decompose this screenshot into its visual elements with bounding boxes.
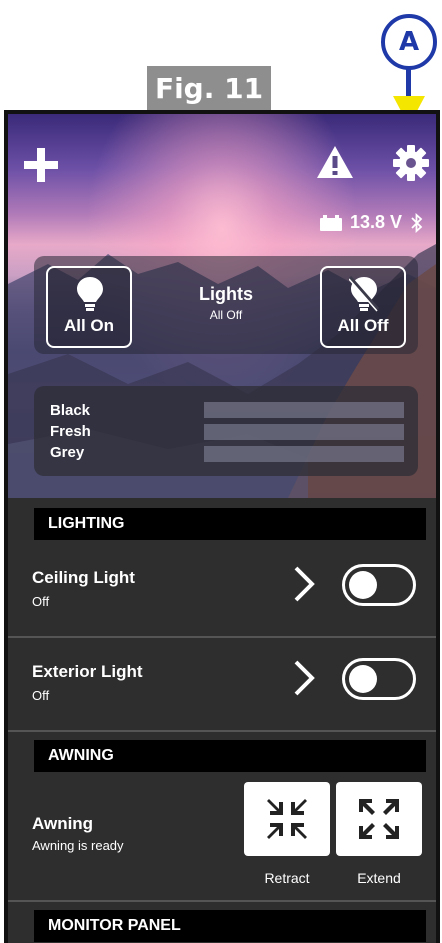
all-off-button[interactable]: All Off [320, 266, 406, 348]
all-off-label: All Off [337, 316, 389, 335]
exterior-light-title: Exterior Light [32, 662, 143, 681]
retract-label: Retract [264, 870, 310, 886]
divider [8, 730, 436, 732]
ceiling-light-toggle[interactable] [342, 564, 416, 606]
tank-levels-panel: Black Fresh Grey [34, 386, 418, 476]
exterior-light-status: Off [32, 688, 50, 703]
all-on-button[interactable]: All On [46, 266, 132, 348]
divider [8, 900, 436, 902]
chevron-right-icon[interactable] [288, 564, 318, 604]
divider [8, 636, 436, 638]
expand-arrows-icon [359, 799, 399, 839]
awning-status: Awning is ready [32, 838, 124, 853]
exterior-light-toggle[interactable] [342, 658, 416, 700]
callout-a: A [381, 14, 437, 70]
tank-label-grey: Grey [50, 444, 85, 461]
extend-button[interactable] [336, 782, 422, 856]
voltage-readout: 13.8 V [349, 212, 402, 232]
toggle-knob [349, 665, 377, 693]
tank-bar-fresh [204, 424, 404, 440]
tank-bar-black [204, 402, 404, 418]
figure-stage: Fig. 11 A 13.8 V All On Lights All Off A… [0, 0, 442, 943]
awning-header: AWNING [34, 740, 426, 772]
ceiling-light-status: Off [32, 594, 50, 609]
toggle-knob [349, 571, 377, 599]
tank-label-black: Black [50, 402, 91, 419]
tank-label-fresh: Fresh [50, 423, 91, 440]
awning-title: Awning [32, 814, 94, 833]
retract-button[interactable] [244, 782, 330, 856]
hero-background: 13.8 V All On Lights All Off All Off Bla… [8, 114, 436, 498]
bulb-off-icon [349, 276, 379, 312]
extend-label: Extend [357, 870, 401, 886]
tank-bar-grey [204, 446, 404, 462]
lights-panel: All On Lights All Off All Off [34, 256, 418, 354]
bluetooth-icon [411, 212, 423, 233]
figure-label: Fig. 11 [147, 66, 271, 110]
status-row: 13.8 V [319, 212, 424, 233]
plus-icon[interactable] [24, 148, 58, 182]
gear-icon[interactable] [392, 144, 430, 182]
ceiling-light-title: Ceiling Light [32, 568, 135, 587]
phone-screen: 13.8 V All On Lights All Off All Off Bla… [4, 110, 440, 943]
monitor-panel-header: MONITOR PANEL [34, 910, 426, 942]
lighting-header: LIGHTING [34, 508, 426, 540]
battery-icon [319, 214, 342, 231]
collapse-arrows-icon [267, 799, 307, 839]
chevron-right-icon[interactable] [288, 658, 318, 698]
warning-icon[interactable] [316, 144, 354, 180]
